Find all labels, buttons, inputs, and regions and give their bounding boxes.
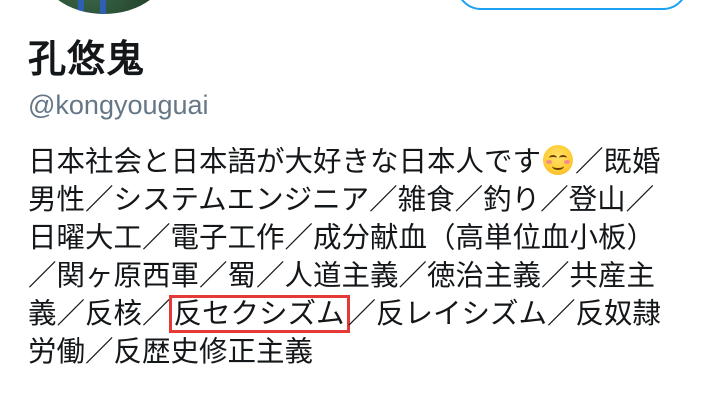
highlighted-term: 反セクシズム xyxy=(168,295,350,333)
bio-line: 義／反核／ 反セクシズム ／反レイシズム／反奴隷 xyxy=(28,295,708,333)
profile-bio: 日本社会と日本語が大好きな日本人です ／既婚 男性／システムエンジニア／雑食／釣り… xyxy=(28,143,708,371)
bio-line: ／関ヶ原西軍／蜀／人道主義／徳治主義／共産主 xyxy=(28,259,656,292)
bio-line: 日本社会と日本語が大好きな日本人です ／既婚 xyxy=(28,143,708,181)
avatar-stripe xyxy=(100,0,106,14)
avatar[interactable] xyxy=(38,0,170,14)
bio-text: ／反レイシズム／反奴隷 xyxy=(347,297,662,330)
smiling-face-icon xyxy=(543,145,574,175)
display-name: 孔悠鬼 xyxy=(28,37,146,81)
bio-line: 男性／システムエンジニア／雑食／釣り／登山／ xyxy=(28,183,655,216)
bio-text: 日本社会と日本語が大好きな日本人です xyxy=(28,145,542,178)
bio-line: 労働／反歴史修正主義 xyxy=(28,335,314,368)
bio-text: 義／反核／ xyxy=(28,297,171,330)
user-handle[interactable]: @kongyouguai xyxy=(28,90,209,121)
avatar-stripe xyxy=(78,0,84,14)
follow-button[interactable] xyxy=(456,0,688,10)
bio-text: ／既婚 xyxy=(575,145,661,178)
bio-line: 日曜大工／電子工作／成分献血（高単位血小板） xyxy=(28,221,656,254)
